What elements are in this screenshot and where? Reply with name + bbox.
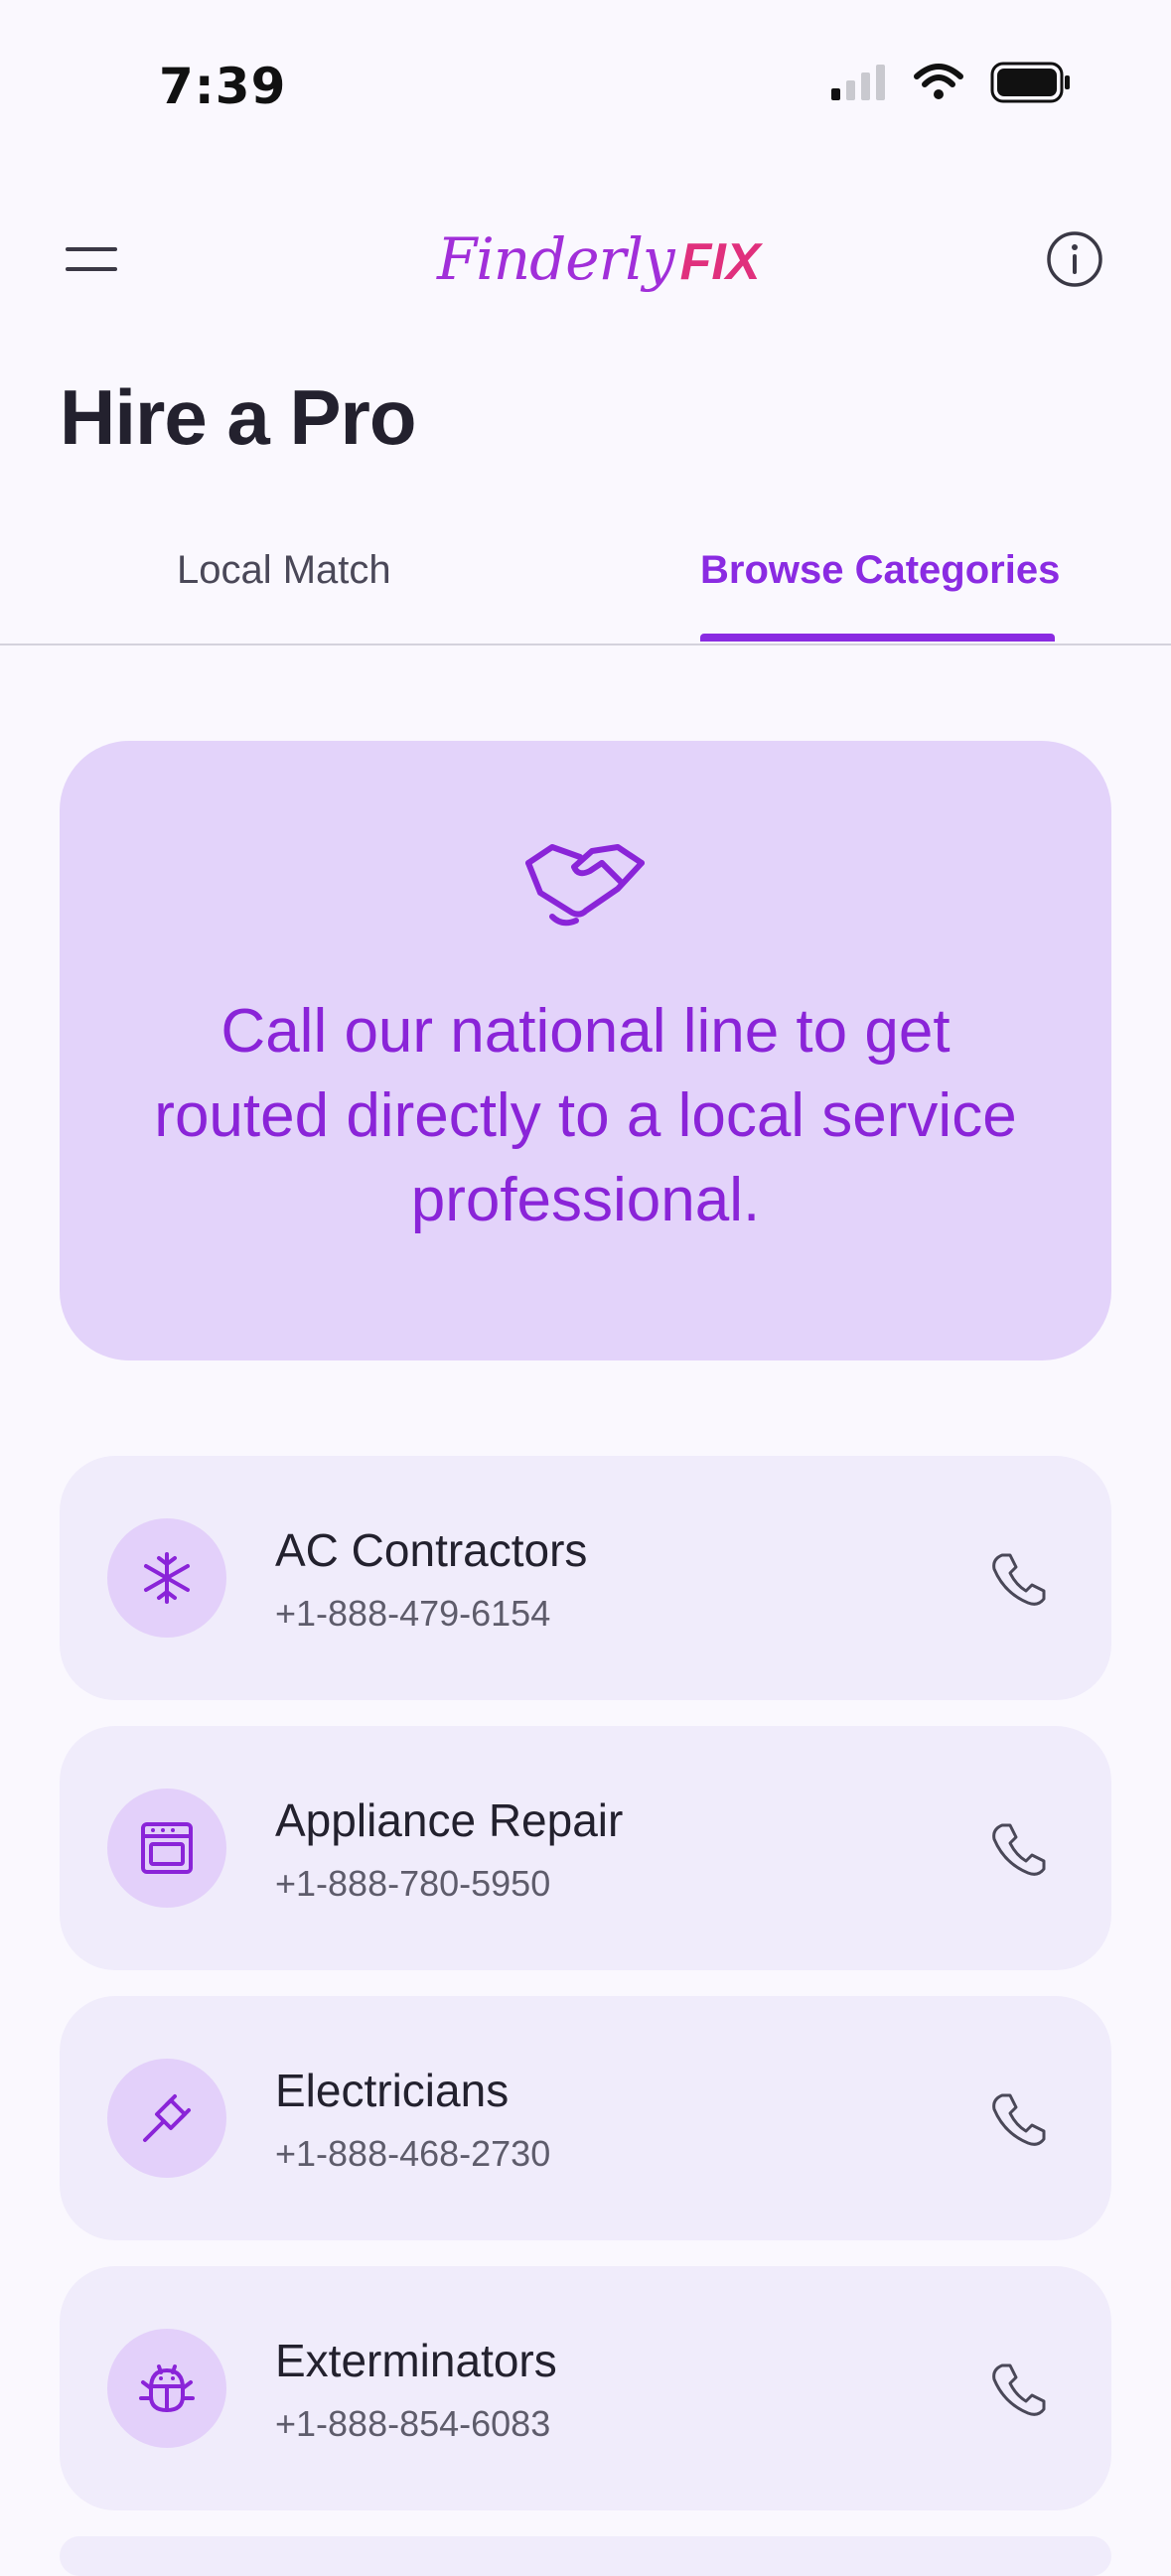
phone-icon[interactable] (988, 1819, 1048, 1879)
status-icons (829, 62, 1072, 103)
info-icon[interactable] (1045, 229, 1104, 289)
page-title: Hire a Pro (60, 373, 416, 461)
phone-icon[interactable] (988, 1549, 1048, 1609)
menu-button[interactable] (62, 239, 121, 279)
battery-icon (990, 62, 1070, 103)
category-row-ac-contractors[interactable]: AC Contractors +1-888-479-6154 (60, 1456, 1111, 1700)
handshake-icon (525, 844, 645, 927)
category-phone: +1-888-479-6154 (275, 1593, 551, 1634)
promo-text: Call our national line to get routed dir… (154, 997, 1017, 1234)
category-name: Appliance Repair (275, 1794, 624, 1846)
phone-icon[interactable] (988, 2360, 1048, 2419)
category-name: Electricians (275, 2065, 510, 2116)
tab-browse-categories[interactable]: Browse Categories (700, 548, 1060, 593)
category-icon-badge (107, 2059, 226, 2178)
category-phone: +1-888-780-5950 (275, 1863, 551, 1904)
category-name: AC Contractors (275, 1524, 588, 1576)
national-line-promo: Call our national line to get routed dir… (60, 741, 1111, 1360)
bug-icon (139, 2364, 195, 2412)
phone-icon[interactable] (988, 2089, 1048, 2149)
category-phone: +1-888-854-6083 (275, 2403, 551, 2444)
category-row-appliance-repair[interactable]: Appliance Repair +1-888-780-5950 (60, 1726, 1111, 1970)
snowflake-icon (144, 1552, 190, 1604)
status-bar: 7:39 (0, 0, 1171, 174)
cellular-signal-icon (831, 65, 885, 100)
wifi-icon (914, 64, 963, 99)
category-row-electricians[interactable]: Electricians +1-888-468-2730 (60, 1996, 1111, 2240)
category-row-exterminators[interactable]: Exterminators +1-888-854-6083 (60, 2266, 1111, 2510)
active-tab-indicator (700, 634, 1055, 642)
tab-bar: Local Match Browse Categories (0, 526, 1171, 645)
category-icon-badge (107, 2329, 226, 2448)
top-nav: Finderly FIX (0, 214, 1171, 303)
category-row-partial[interactable] (60, 2536, 1111, 2576)
category-icon-badge (107, 1789, 226, 1908)
app-logo: Finderly FIX (437, 225, 761, 305)
oven-icon (141, 1822, 193, 1874)
category-phone: +1-888-468-2730 (275, 2133, 551, 2174)
plug-icon (143, 2094, 191, 2142)
status-time: 7:39 (159, 58, 287, 115)
tab-local-match[interactable]: Local Match (177, 548, 391, 593)
category-icon-badge (107, 1518, 226, 1638)
logo-fix-text: FIX (679, 233, 761, 291)
logo-script-text: Finderly (437, 225, 675, 293)
category-name: Exterminators (275, 2335, 557, 2386)
